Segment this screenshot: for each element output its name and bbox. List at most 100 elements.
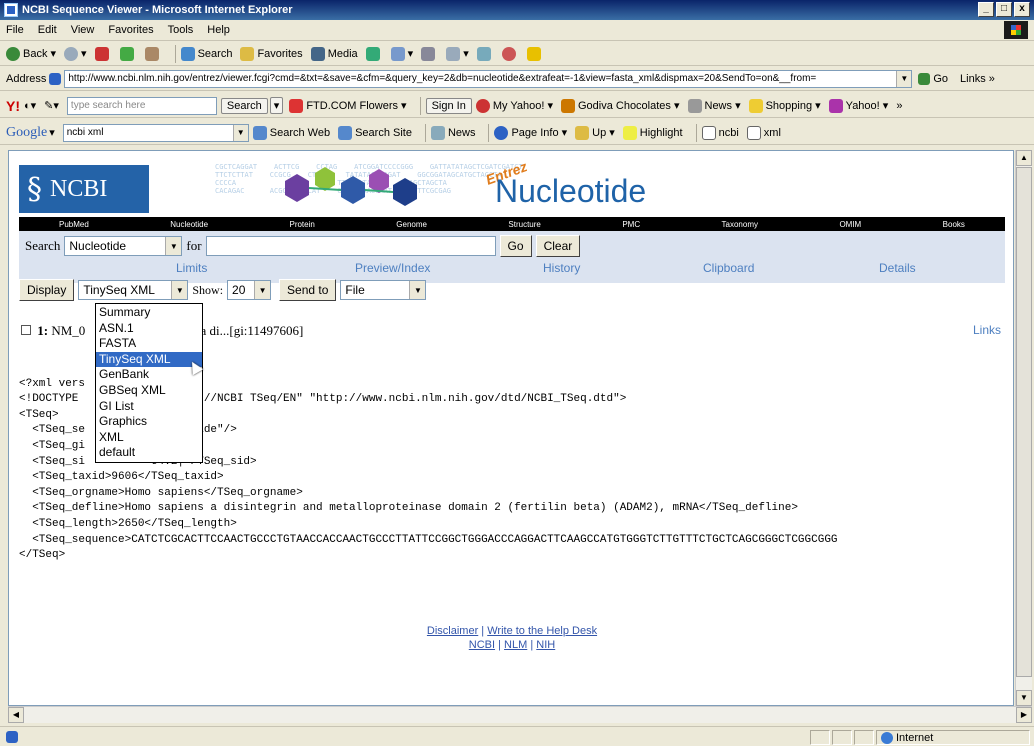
format-option-summary[interactable]: Summary [96, 305, 202, 321]
send-to-select[interactable]: File ▼ [340, 280, 427, 300]
nav-taxonomy[interactable]: Taxonomy [722, 220, 758, 229]
close-button[interactable]: x [1014, 2, 1030, 17]
yahoo-search-dropdown[interactable]: ▾ [269, 97, 284, 114]
menu-edit[interactable]: Edit [38, 24, 57, 36]
tab-clipboard[interactable]: Clipboard [703, 261, 754, 275]
scroll-up-icon[interactable]: ▲ [1016, 150, 1032, 166]
yahoo-search-button[interactable]: Search [220, 97, 268, 114]
ncbi-link[interactable]: NCBI [469, 639, 495, 651]
menu-view[interactable]: View [71, 24, 95, 36]
yahoo-more-button[interactable]: » [896, 100, 902, 112]
history-button[interactable] [365, 46, 383, 61]
database-select[interactable]: Nucleotide ▼ [64, 236, 183, 256]
nav-pmc[interactable]: PMC [622, 220, 640, 229]
sign-in-button[interactable]: Sign In [425, 97, 472, 114]
media-button[interactable]: Media [310, 46, 358, 61]
google-logo[interactable]: Google [6, 125, 47, 141]
scroll-thumb[interactable] [1016, 167, 1032, 677]
nav-structure[interactable]: Structure [508, 220, 540, 229]
tab-preview-index[interactable]: Preview/Index [355, 261, 430, 275]
stop-button[interactable] [94, 46, 112, 61]
links-button[interactable]: Links » [960, 73, 995, 85]
page-info-button[interactable]: Page Info ▾ [494, 125, 567, 140]
search-button[interactable]: Search [180, 46, 232, 61]
address-input[interactable]: http://www.ncbi.nlm.nih.gov/entrez/viewe… [64, 69, 913, 88]
disclaimer-link[interactable]: Disclaimer [427, 625, 478, 637]
messenger-button[interactable] [501, 46, 519, 61]
nav-books[interactable]: Books [943, 220, 965, 229]
forward-button[interactable]: ▾ [64, 46, 87, 61]
display-button[interactable]: Display [19, 279, 75, 301]
menu-tools[interactable]: Tools [168, 24, 194, 36]
nlm-link[interactable]: NLM [504, 639, 527, 651]
back-button[interactable]: Back ▾ [6, 46, 56, 61]
vertical-scrollbar[interactable]: ▲ ▼ [1015, 150, 1032, 706]
search-web-button[interactable]: Search Web [252, 125, 330, 140]
nav-omim[interactable]: OMIM [839, 220, 861, 229]
format-option-gi-list[interactable]: GI List [96, 399, 202, 415]
format-option-gbseq-xml[interactable]: GBSeq XML [96, 383, 202, 399]
find-ncbi-button[interactable]: ncbi [701, 125, 739, 140]
google-menu[interactable]: ▾ [49, 126, 55, 139]
format-option-graphics[interactable]: Graphics [96, 414, 202, 430]
nav-nucleotide[interactable]: Nucleotide [170, 220, 208, 229]
maximize-button[interactable]: □ [996, 2, 1012, 17]
yahoo-button[interactable]: Yahoo! ▾ [828, 98, 888, 113]
edit-button[interactable]: ▾ [446, 46, 469, 61]
scroll-left-icon[interactable]: ◀ [8, 707, 24, 723]
format-select[interactable]: TinySeq XML ▼ [78, 280, 189, 300]
ftd-flowers-button[interactable]: FTD.COM Flowers ▾ [289, 98, 407, 113]
clear-button[interactable]: Clear [535, 235, 581, 257]
nav-protein[interactable]: Protein [289, 220, 314, 229]
format-option-fasta[interactable]: FASTA [96, 336, 202, 352]
nav-genome[interactable]: Genome [396, 220, 427, 229]
yahoo-logo[interactable]: Y! [6, 98, 20, 114]
show-count-select[interactable]: 20 ▼ [227, 280, 272, 300]
links-link[interactable]: Links [973, 323, 1001, 337]
google-news-button[interactable]: News [430, 125, 475, 140]
menu-help[interactable]: Help [207, 24, 230, 36]
refresh-button[interactable] [119, 46, 137, 61]
yahoo-edit-icon[interactable]: ✎▾ [44, 99, 59, 112]
discuss-button[interactable] [476, 46, 494, 61]
menu-file[interactable]: File [6, 24, 24, 36]
go-button[interactable]: Go [918, 72, 948, 85]
go-button[interactable]: Go [499, 235, 532, 257]
home-button[interactable] [144, 46, 162, 61]
ncbi-logo[interactable]: § NCBI [19, 165, 149, 213]
format-option-genbank[interactable]: GenBank [96, 367, 202, 383]
favorites-button[interactable]: Favorites [240, 46, 303, 61]
nav-pubmed[interactable]: PubMed [59, 220, 89, 229]
horizontal-scrollbar[interactable]: ◀ ▶ [8, 706, 1032, 723]
yahoo-messenger-button[interactable] [526, 46, 544, 61]
shopping-button[interactable]: Shopping ▾ [748, 98, 821, 113]
yahoo-search-input[interactable]: type search here [66, 96, 217, 115]
send-to-button[interactable]: Send to [279, 279, 337, 301]
minimize-button[interactable]: _ [978, 2, 994, 17]
tab-history[interactable]: History [543, 261, 580, 275]
search-term-input[interactable] [205, 236, 496, 256]
yahoo-menu-icon[interactable]: ◐▾ [24, 99, 36, 112]
format-option-asn1[interactable]: ASN.1 [96, 321, 202, 337]
highlight-button[interactable]: Highlight [622, 125, 683, 140]
mail-button[interactable]: ▾ [390, 46, 413, 61]
google-dropdown-arrow[interactable]: ▼ [232, 124, 248, 141]
nih-link[interactable]: NIH [536, 639, 555, 651]
find-xml-button[interactable]: xml [746, 125, 781, 140]
print-button[interactable] [421, 46, 438, 61]
result-accession[interactable]: NM_0 [51, 323, 85, 338]
format-option-xml[interactable]: XML [96, 430, 202, 446]
scroll-right-icon[interactable]: ▶ [1016, 707, 1032, 723]
up-button[interactable]: Up ▾ [575, 125, 615, 140]
godiva-button[interactable]: Godiva Chocolates ▾ [560, 98, 680, 113]
tab-details[interactable]: Details [879, 261, 916, 275]
menu-favorites[interactable]: Favorites [108, 24, 153, 36]
format-option-default[interactable]: default [96, 445, 202, 461]
help-desk-link[interactable]: Write to the Help Desk [487, 625, 597, 637]
result-checkbox[interactable] [21, 325, 31, 335]
my-yahoo-button[interactable]: My Yahoo! ▾ [475, 98, 553, 113]
tab-limits[interactable]: Limits [176, 261, 207, 275]
google-search-input[interactable]: ncbi xml ▼ [62, 123, 249, 142]
search-site-button[interactable]: Search Site [338, 125, 412, 140]
scroll-down-icon[interactable]: ▼ [1016, 690, 1032, 706]
